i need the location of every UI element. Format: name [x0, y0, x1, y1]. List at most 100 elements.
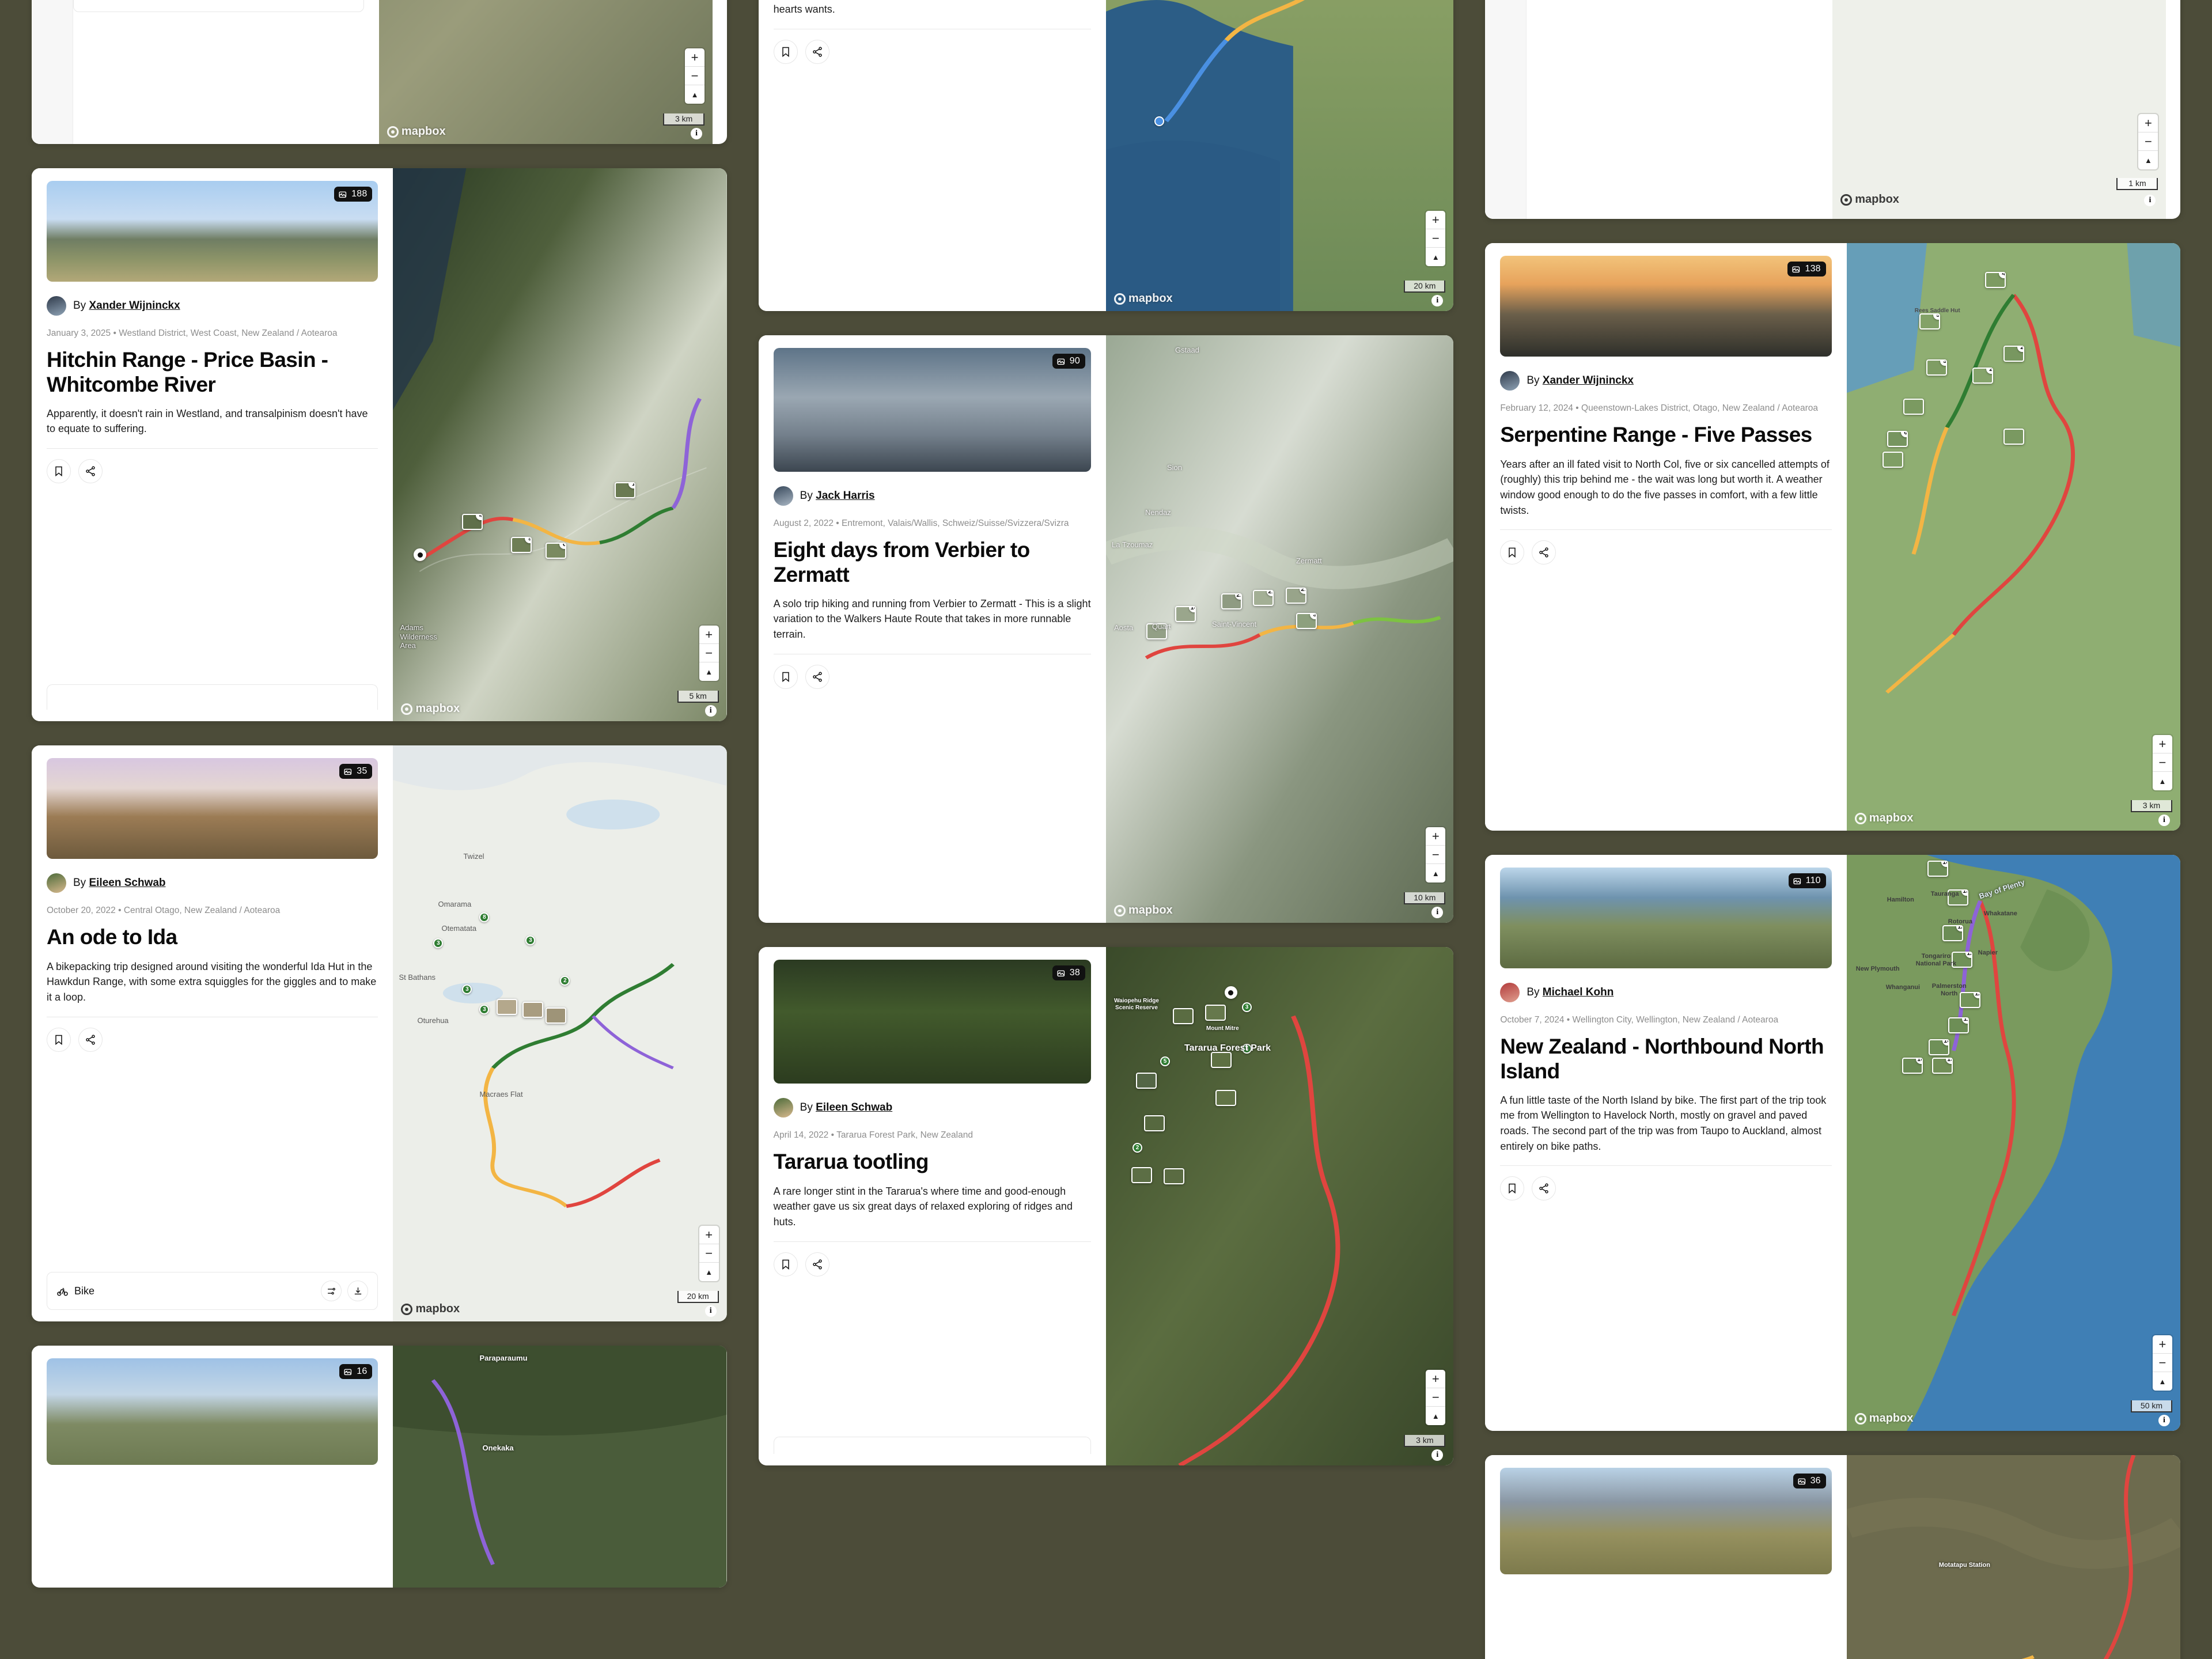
map-waypoint[interactable] [1210, 1052, 1232, 1068]
map-canvas[interactable]: Villach Klagenfurt Triglav National Park… [1105, 0, 1454, 311]
map-zoom-in-button[interactable]: + [1426, 211, 1446, 229]
map-info-button[interactable]: i [691, 128, 703, 139]
card-map[interactable]: 4 9 6 1 Adams Wilderness Area + − ▲ 5 km i… [393, 168, 727, 721]
map-zoom-in-button[interactable]: + [2138, 114, 2158, 132]
share-button[interactable] [78, 1027, 103, 1052]
map-zoom-out-button[interactable]: − [699, 1244, 719, 1263]
author-row[interactable]: By Michael Kohn [1500, 983, 1831, 1002]
map-waypoint[interactable]: 5 [1919, 313, 1940, 329]
mapbox-attribution[interactable]: mapbox [387, 125, 446, 138]
map-waypoint[interactable]: 1 [615, 482, 636, 498]
author-name[interactable]: Xander Wijninckx [89, 300, 180, 312]
map-zoom-controls[interactable]: + − ▲ [699, 1226, 719, 1281]
map-zoom-out-button[interactable]: − [685, 67, 705, 85]
trip-card-nz-northbound[interactable]: 110 By Michael Kohn October 7, 2024 • We… [1485, 855, 2180, 1431]
bookmark-button[interactable] [47, 459, 71, 484]
map-compass-button[interactable]: ▲ [699, 1263, 719, 1281]
map-zoom-controls[interactable]: + − ▲ [1426, 827, 1446, 882]
trip-card-tongariro[interactable]: Tongariro Northern Circuit with summits … [32, 0, 727, 144]
trip-card-big-day-trip[interactable]: A big day trip Mixed [1485, 0, 2180, 219]
share-button[interactable] [805, 1252, 830, 1277]
card-map[interactable]: Villach Klagenfurt Triglav National Park… [1105, 0, 1454, 311]
card-title[interactable]: An ode to Ida [47, 925, 378, 949]
map-zoom-controls[interactable]: + − ▲ [1426, 1370, 1446, 1425]
map-waypoint[interactable] [1131, 1167, 1152, 1183]
trip-card-tararua[interactable]: 38 By Eileen Schwab April 14, 2022 • Tar… [758, 947, 1454, 1465]
bookmark-button[interactable] [1500, 1176, 1525, 1201]
share-button[interactable] [805, 39, 830, 64]
share-button[interactable] [805, 664, 830, 689]
trip-card-serpentine-range[interactable]: 138 By Xander Wijninckx February 12, 202… [1485, 243, 2180, 831]
map-zoom-in-button[interactable]: + [1426, 827, 1446, 846]
map-zoom-out-button[interactable]: − [1426, 846, 1446, 864]
mapbox-attribution[interactable]: mapbox [1113, 904, 1173, 917]
card-hero-photo[interactable]: 35 [47, 758, 378, 859]
card-title[interactable]: Serpentine Range - Five Passes [1500, 423, 1831, 447]
map-compass-button[interactable]: ▲ [699, 662, 719, 681]
map-canvas[interactable]: 4 9 6 1 Adams Wilderness Area + − ▲ 5 km i… [393, 168, 727, 721]
trip-card-bottom-left[interactable]: 16 Paraparaumu Onekaka [32, 1346, 727, 1588]
bookmark-button[interactable] [773, 1252, 798, 1277]
map-waypoint[interactable]: 2 [1972, 368, 1993, 384]
map-compass-button[interactable]: ▲ [2153, 1372, 2172, 1391]
card-map[interactable]: 3 2 TongariroNational Park + − ▲ 3 km i … [378, 0, 713, 144]
mapbox-attribution[interactable]: mapbox [1854, 1412, 1913, 1425]
map-compass-button[interactable]: ▲ [1426, 1407, 1445, 1425]
card-map[interactable]: 14 21 21 21 3 Gstaad Sion Nendaz La Tzou… [1105, 335, 1454, 923]
trip-card-an-ode-to-ida[interactable]: 35 By Eileen Schwab October 20, 2022 • C… [32, 745, 727, 1321]
card-title[interactable]: New Zealand - Northbound North Island [1500, 1035, 1831, 1083]
card-hero-photo[interactable]: 36 [1500, 1468, 1832, 1574]
map-compass-button[interactable]: ▲ [2138, 151, 2158, 169]
map-waypoint[interactable]: 16 [1902, 1058, 1923, 1074]
card-hero-photo[interactable]: 90 [773, 348, 1091, 472]
card-hero-photo[interactable]: 110 [1500, 868, 1832, 968]
map-canvas[interactable]: 3 2 TongariroNational Park + − ▲ 3 km i … [378, 0, 713, 144]
map-zoom-in-button[interactable]: + [699, 626, 719, 644]
mapbox-attribution[interactable]: mapbox [401, 702, 460, 715]
card-map[interactable]: 4 5 2 2 3 6 Rees Saddle Hut + − ▲ 3 km i… [1846, 243, 2180, 831]
author-row[interactable]: By Eileen Schwab [773, 1098, 1091, 1118]
map-zoom-in-button[interactable]: + [685, 48, 705, 67]
map-waypoint[interactable] [1135, 1073, 1157, 1089]
map-zoom-out-button[interactable]: − [1426, 229, 1446, 248]
map-waypoint[interactable]: 4 [462, 514, 483, 530]
map-waypoint-dot[interactable]: 3 [1241, 1002, 1252, 1012]
map-canvas[interactable]: Motatapu Station [1846, 1455, 2180, 1659]
bookmark-button[interactable] [1500, 540, 1525, 565]
map-waypoint[interactable]: 2 [2003, 346, 2024, 362]
mapbox-attribution[interactable]: mapbox [401, 1302, 460, 1316]
map-waypoint[interactable] [1882, 452, 1903, 468]
bookmark-button[interactable] [47, 1027, 71, 1052]
map-waypoint[interactable]: 14 [1175, 606, 1196, 622]
map-waypoint[interactable]: 10 [1927, 861, 1948, 877]
bookmark-button[interactable] [773, 39, 798, 64]
map-zoom-controls[interactable]: + − ▲ [2138, 114, 2158, 169]
map-info-button[interactable]: i [704, 1305, 717, 1317]
mapbox-attribution[interactable]: mapbox [1840, 193, 1899, 206]
map-zoom-in-button[interactable]: + [699, 1226, 719, 1244]
map-canvas[interactable]: 14 21 21 21 3 Gstaad Sion Nendaz La Tzou… [1105, 335, 1454, 923]
card-hero-photo[interactable]: 16 [47, 1358, 378, 1465]
map-zoom-in-button[interactable]: + [2152, 735, 2172, 753]
map-canvas[interactable]: 10 13 12 12 12 11 10 16 13 Bay of Plenty… [1846, 855, 2180, 1431]
download-button[interactable] [347, 1281, 369, 1301]
map-zoom-out-button[interactable]: − [2138, 132, 2158, 151]
map-info-button[interactable]: i [2158, 1415, 2170, 1426]
map-waypoint[interactable]: 12 [1942, 925, 1963, 941]
card-title[interactable]: Eight days from Verbier to Zermatt [774, 538, 1091, 586]
author-name[interactable]: Eileen Schwab [89, 877, 165, 889]
map-zoom-out-button[interactable]: − [2152, 1354, 2172, 1372]
map-zoom-controls[interactable]: + − ▲ [2152, 1335, 2172, 1391]
trip-card-hitchin-range[interactable]: 188 By Xander Wijninckx January 3, 2025 … [32, 168, 727, 721]
author-row[interactable]: By Eileen Schwab [47, 873, 378, 893]
card-map[interactable]: 10 13 12 12 12 11 10 16 13 Bay of Plenty… [1846, 855, 2180, 1431]
card-hero-photo[interactable]: 38 [773, 960, 1091, 1084]
map-zoom-controls[interactable]: + − ▲ [685, 48, 705, 104]
map-zoom-controls[interactable]: + − ▲ [1426, 211, 1446, 266]
card-map[interactable]: 4 10 3 2 Paratebbio + − ▲ 1 km i mapbox [1832, 0, 2166, 219]
author-row[interactable]: By Jack Harris [773, 486, 1091, 506]
map-zoom-in-button[interactable]: + [2152, 1335, 2172, 1354]
author-name[interactable]: Xander Wijninckx [1543, 374, 1634, 387]
map-waypoint[interactable] [1172, 1008, 1194, 1024]
card-map[interactable]: 8 3 3 3 3 2 Twizel Omarama Otematata St … [393, 745, 727, 1321]
